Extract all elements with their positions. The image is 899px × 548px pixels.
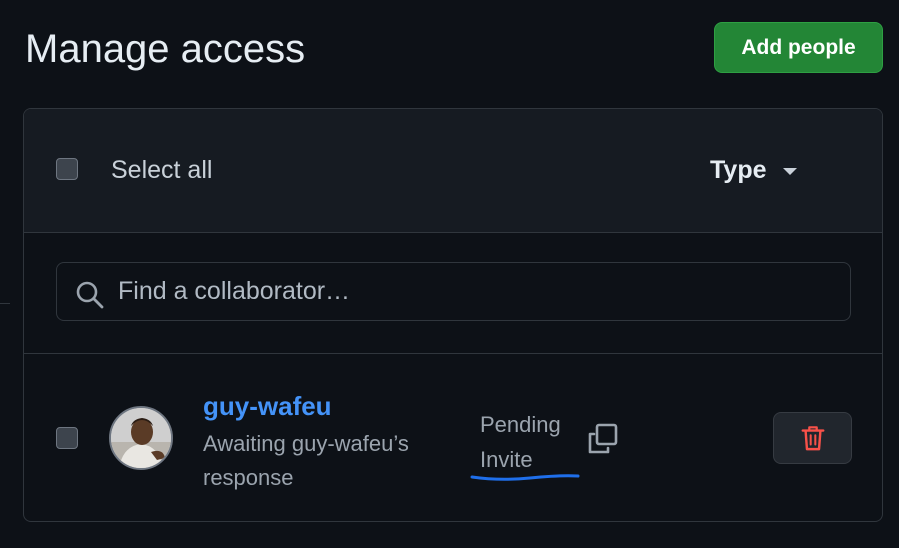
annotation-underline (470, 474, 580, 481)
type-filter-label: Type (710, 156, 767, 184)
search-box (56, 262, 851, 321)
avatar[interactable] (109, 406, 173, 470)
panel-header: Select all Type (24, 109, 882, 233)
caret-down-icon (782, 168, 797, 175)
page-title: Manage access (25, 27, 306, 71)
avatar-image (111, 408, 171, 468)
divider (0, 303, 10, 304)
type-filter-dropdown[interactable]: Type (710, 156, 797, 185)
pending-label: Pending (480, 412, 561, 437)
search-row (24, 232, 882, 354)
select-all-checkbox[interactable] (56, 158, 78, 180)
member-username-link[interactable]: guy-wafeu (203, 391, 332, 422)
remove-member-button[interactable] (773, 412, 852, 464)
member-row: guy-wafeu Awaiting guy-wafeu’s response … (24, 354, 882, 521)
access-panel: Select all Type guy-wafeu (23, 108, 883, 522)
trash-icon (801, 426, 824, 451)
member-checkbox[interactable] (56, 427, 78, 449)
search-input[interactable] (118, 263, 818, 320)
member-status: Awaiting guy-wafeu’s response (203, 427, 443, 495)
member-status-line: response (203, 465, 294, 490)
member-status-line: Awaiting guy-wafeu’s (203, 431, 409, 456)
select-all-label: Select all (111, 156, 213, 184)
search-icon (76, 281, 104, 309)
add-people-button[interactable]: Add people (714, 22, 883, 73)
copy-icon[interactable] (586, 422, 620, 456)
pending-invite-label: Pending Invite (480, 407, 590, 477)
